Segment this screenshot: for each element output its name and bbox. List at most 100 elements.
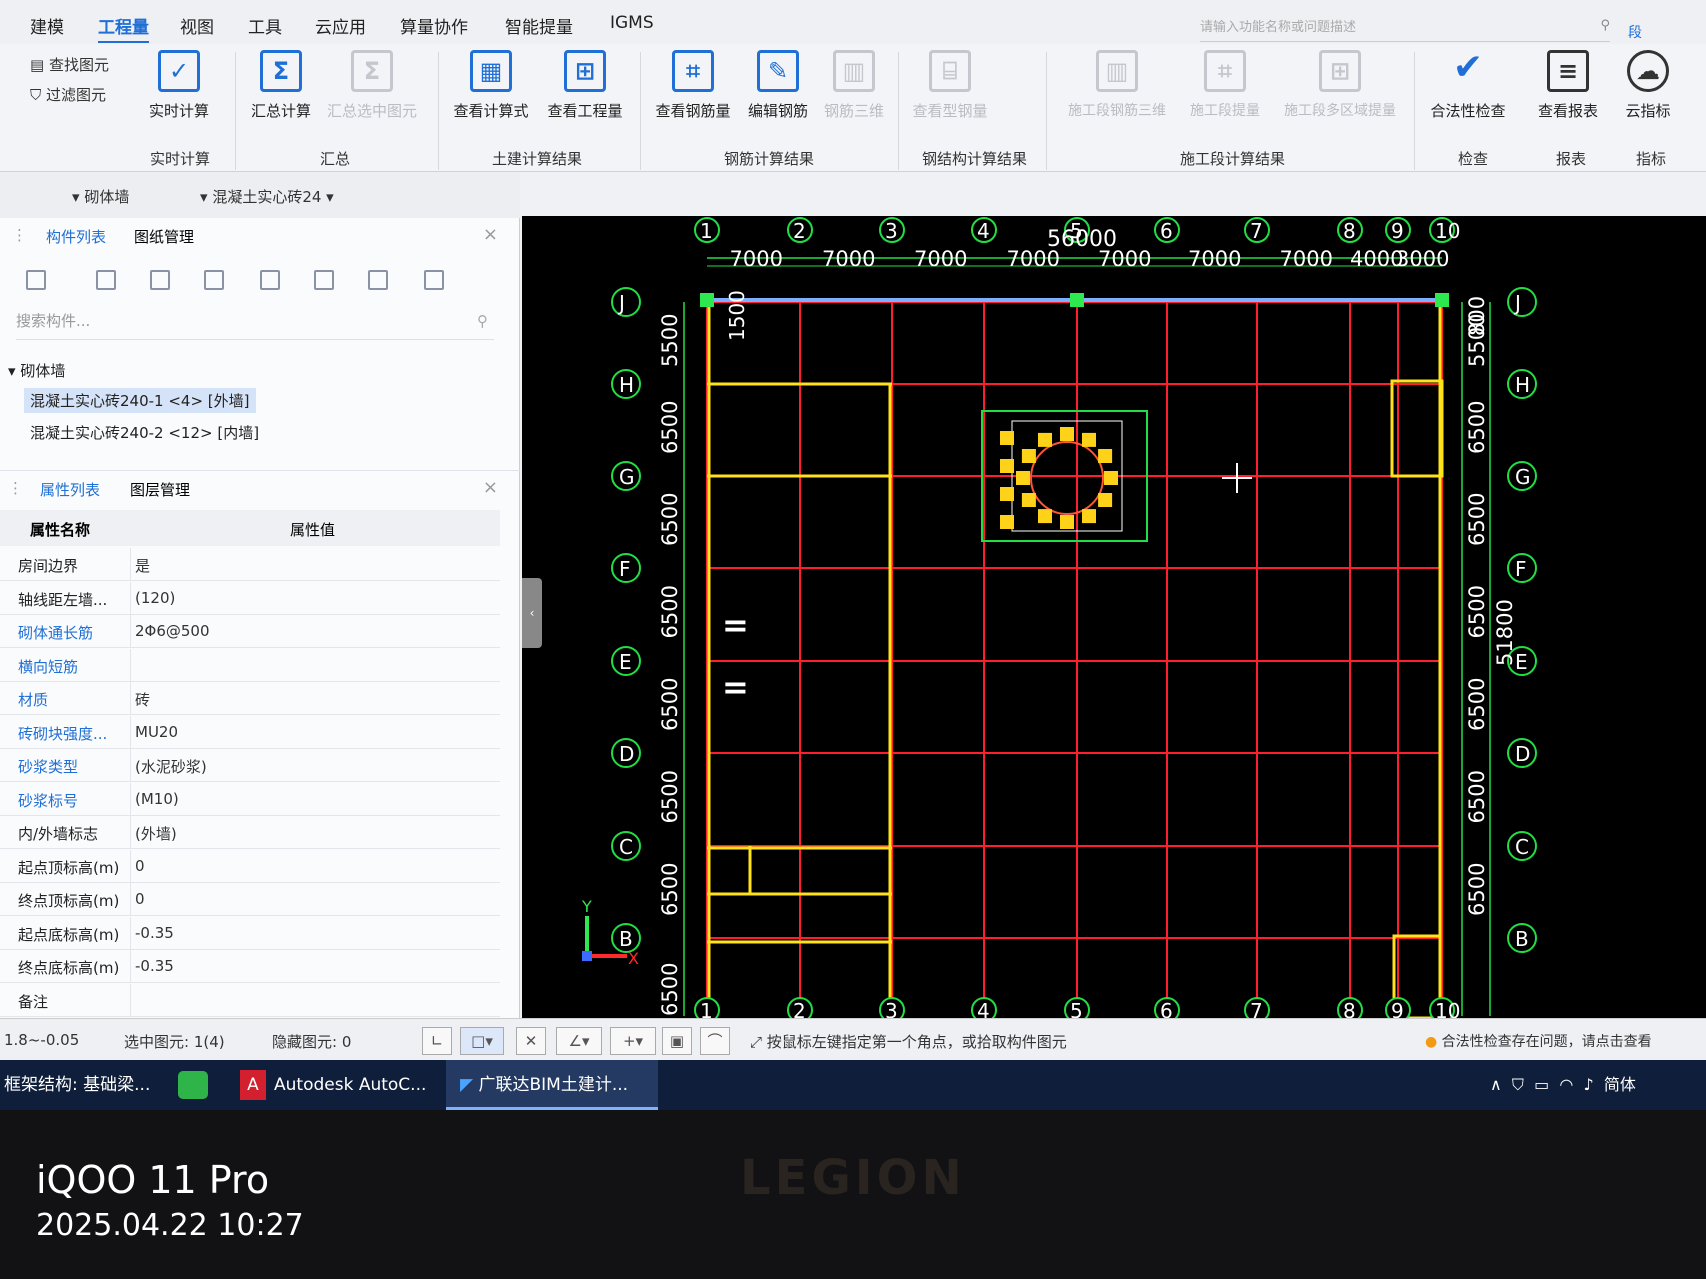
taskbar-item-glodon[interactable]: ◤ 广联达BIM土建计... (446, 1060, 658, 1110)
taskbar-item-autocad[interactable]: A Autodesk AutoC... (240, 1060, 440, 1110)
cross-select-icon[interactable]: ✕ (516, 1027, 546, 1055)
drawing-canvas[interactable]: 1 1 2 2 3 3 4 4 5 5 6 6 7 7 8 8 9 9 10 10 J J H H G G F F E E D D C C B B 70… (522, 216, 1706, 1018)
detail-pile (1021, 449, 1036, 463)
tab-component-list[interactable]: 构件列表 (46, 226, 106, 247)
property-row[interactable]: 内/外墙标志 (外墙) (0, 816, 500, 849)
realtime-calc-button[interactable]: ✓ 实时计算 (144, 50, 214, 121)
rect-select-icon[interactable]: □▾ (460, 1027, 504, 1055)
tab-drawing-manager[interactable]: 图纸管理 (134, 226, 194, 247)
view-rebar-button[interactable]: ⌗ 查看钢筋量 (648, 50, 738, 121)
property-value[interactable]: (M10) (135, 790, 179, 808)
close-icon[interactable]: × (483, 224, 498, 245)
property-value[interactable]: MU20 (135, 723, 178, 741)
property-value[interactable]: (水泥砂浆) (135, 756, 207, 777)
edit-rebar-button[interactable]: ✎ 编辑钢筋 (742, 50, 814, 121)
property-row[interactable]: 砖砌块强度... MU20 (0, 715, 500, 749)
property-value[interactable]: 2Φ6@500 (135, 622, 210, 640)
property-row[interactable]: 砌体通长筋 2Φ6@500 (0, 615, 500, 648)
property-row[interactable]: 房间边界 是 (0, 548, 500, 581)
property-row[interactable]: 终点底标高(m) -0.35 (0, 950, 500, 983)
cloud-index-button[interactable]: ☁ 云指标 (1618, 50, 1678, 121)
cloud-index-label: 云指标 (1625, 102, 1671, 120)
view-formula-button[interactable]: ▦ 查看计算式 (446, 50, 536, 121)
property-row[interactable]: 轴线距左墙... (120) (0, 581, 500, 615)
property-row[interactable]: 材质 砖 (0, 682, 500, 715)
paste-icon[interactable] (314, 270, 334, 290)
drag-handle-icon[interactable]: ⋮ (8, 479, 23, 497)
menu-tools[interactable]: 工具 (248, 13, 282, 38)
tree-group[interactable]: ▾ 砌体墙 (8, 360, 65, 381)
collapse-panel-handle[interactable]: ‹ (522, 578, 542, 648)
ortho-tool-icon[interactable]: ∟ (422, 1027, 452, 1055)
view-quantity-button[interactable]: ⊞ 查看工程量 (540, 50, 630, 121)
snap-tool-icon[interactable]: +▾ (610, 1027, 656, 1055)
menu-view[interactable]: 视图 (180, 13, 214, 38)
menu-smart[interactable]: 智能提量 (505, 13, 573, 38)
tab-layer-manager[interactable]: 图层管理 (130, 479, 190, 500)
angle-tool-icon[interactable]: ∠▾ (556, 1027, 602, 1055)
property-value[interactable]: 砖 (135, 689, 150, 710)
list-item[interactable]: 混凝土实心砖240-1 <4> [外墙] (24, 388, 256, 413)
menu-igms[interactable]: IGMS (610, 13, 654, 33)
divider (1046, 52, 1047, 170)
property-row[interactable]: 横向短筋 (0, 648, 500, 682)
menu-collab[interactable]: 算量协作 (400, 13, 468, 38)
filter-list-icon[interactable] (368, 270, 388, 290)
validity-warning[interactable]: ● 合法性检查存在问题，请点击查看 (1425, 1031, 1652, 1051)
app-icon (178, 1071, 208, 1099)
section-multi-button[interactable]: ⊞ 施工段多区域提量 (1272, 50, 1408, 120)
system-tray[interactable]: ∧ ⛉ ▭ ◠ ♪ 简体 (1490, 1060, 1650, 1110)
view-report-button[interactable]: ≡ 查看报表 (1530, 50, 1606, 121)
copy-icon[interactable] (96, 270, 116, 290)
property-value[interactable]: (120) (135, 589, 175, 607)
function-search-input[interactable]: 请输入功能名称或问题描述 ⚲ (1200, 16, 1610, 42)
taskbar-item-app[interactable] (178, 1060, 214, 1110)
property-row[interactable]: 终点顶标高(m) 0 (0, 883, 500, 916)
filter-element-button[interactable]: ⛉ 过滤图元 (30, 84, 106, 105)
property-value[interactable]: 是 (135, 555, 150, 576)
left-panel: ⋮ 构件列表 图纸管理 × 搜索构件... ⚲ ▾ 砌体墙 混凝土实心砖240-… (0, 218, 520, 1018)
taskbar-item-structure[interactable]: 框架结构: 基础梁... (4, 1060, 164, 1110)
component-dropdown[interactable]: ▾ 混凝土实心砖24 ▾ (200, 186, 334, 207)
property-value[interactable]: 0 (135, 857, 145, 875)
property-name: 砖砌块强度... (18, 724, 108, 743)
close-icon[interactable]: × (483, 477, 498, 498)
search-icon[interactable]: ⚲ (477, 312, 488, 330)
search-icon[interactable]: ⚲ (1600, 18, 1610, 33)
floor-plan-drawing[interactable]: 1122334455667788991010J JH HG GF FE ED DC CB B70… (522, 216, 1706, 1018)
property-row[interactable]: 起点顶标高(m) 0 (0, 849, 500, 883)
menu-cloud[interactable]: 云应用 (315, 13, 366, 38)
sort-icon[interactable] (424, 270, 444, 290)
layer-copy-icon[interactable] (260, 270, 280, 290)
summary-selected-button[interactable]: Σ 汇总选中图元 (322, 50, 422, 121)
new-component-icon[interactable] (26, 270, 46, 290)
menu-quantity[interactable]: 工程量 (98, 13, 149, 43)
section-extract-button[interactable]: ⌗ 施工段提量 (1180, 50, 1270, 120)
find-element-button[interactable]: ▤ 查找图元 (30, 54, 109, 75)
property-row[interactable]: 起点底标高(m) -0.35 (0, 916, 500, 950)
view-steel-button[interactable]: ⌸ 查看型钢量 (905, 50, 995, 121)
property-value[interactable]: -0.35 (135, 957, 174, 975)
property-value[interactable]: 0 (135, 890, 145, 908)
category-dropdown[interactable]: ▾ 砌体墙 (72, 186, 129, 207)
property-row[interactable]: 备注 (0, 983, 500, 1017)
segment-label[interactable]: 段 (1628, 22, 1642, 42)
menu-modeling[interactable]: 建模 (30, 13, 64, 38)
property-value[interactable]: (外墙) (135, 823, 177, 844)
rebar-3d-button[interactable]: ▥ 钢筋三维 (818, 50, 890, 121)
property-row[interactable]: 砂浆类型 (水泥砂浆) (0, 749, 500, 782)
delete-icon[interactable] (150, 270, 170, 290)
validity-check-button[interactable]: ✔ 合法性检查 (1420, 50, 1516, 121)
selected-count: 选中图元: 1(4) (124, 1033, 225, 1051)
summary-calc-button[interactable]: Σ 汇总计算 (246, 50, 316, 121)
display-tool-icon[interactable]: ▣ (662, 1027, 692, 1055)
section-rebar-3d-button[interactable]: ▥ 施工段钢筋三维 (1058, 50, 1176, 120)
property-row[interactable]: 砂浆标号 (M10) (0, 782, 500, 816)
list-item[interactable]: 混凝土实心砖240-2 <12> [内墙] (30, 422, 259, 443)
component-search-input[interactable]: 搜索构件... ⚲ (16, 310, 494, 340)
property-value[interactable]: -0.35 (135, 924, 174, 942)
duplicate-icon[interactable] (204, 270, 224, 290)
drag-handle-icon[interactable]: ⋮ (12, 226, 27, 244)
arc-tool-icon[interactable]: ⌒ (700, 1027, 730, 1055)
tab-property-list[interactable]: 属性列表 (40, 479, 100, 500)
